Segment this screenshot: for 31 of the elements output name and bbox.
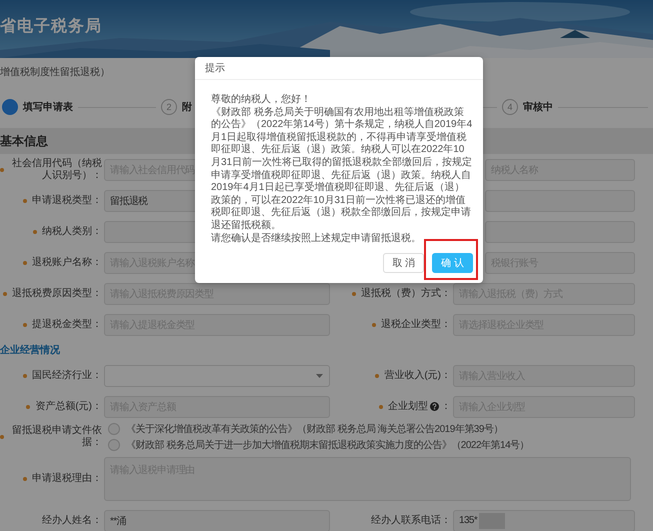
step-number: 4 — [502, 99, 518, 115]
step-number: 2 — [161, 99, 177, 115]
page-subtitle: 增值税制度性留抵退税） — [0, 66, 110, 79]
field-label: 纳税人类别： — [0, 226, 104, 238]
label-colon: ： — [441, 400, 451, 412]
field-label: 退税企业类型： — [330, 318, 453, 330]
field-label: 退抵税费原因类型： — [0, 288, 104, 300]
field-label: 企业划型 ： — [330, 400, 453, 412]
field-label: 经办人姓名： — [41, 514, 103, 526]
field-label: 退抵税（费）方式： — [330, 288, 453, 300]
field-label: 退税账户名称： — [0, 256, 104, 268]
field-label: 经办人联系电话： — [370, 514, 452, 526]
field-label: 社会信用代码（纳税人识别号）： — [0, 158, 104, 182]
field-label: 申请退税类型： — [0, 194, 104, 206]
section-title: 企业经营情况 — [0, 344, 60, 357]
radio-label: 《关于深化增值税改革有关政策的公告》（财政部 税务总局 海关总署公告2019年第39号） — [126, 422, 503, 436]
radio-label: 《财政部 税务总局关于进一步加大增值税期末留抵退税政策实施力度的公告》（2022年第14号） — [126, 438, 530, 452]
field-label: 提退税金类型： — [0, 318, 104, 330]
step-label: 审核中 — [523, 100, 553, 114]
field-label: 营业收入(元)： — [330, 370, 453, 382]
section-title: 基本信息 — [0, 132, 48, 150]
field-label: 留抵退税申请文件依据： — [0, 425, 104, 449]
dialog-title: 提示 — [205, 62, 225, 75]
field-label: 申请退税理由： — [0, 472, 104, 484]
step-label: 附 — [182, 100, 192, 114]
step-label: 填写申请表 — [23, 100, 73, 114]
site-title: 省电子税务局 — [0, 16, 102, 36]
dialog-text: 尊敬的纳税人，您好！ — [211, 94, 312, 106]
field-label: 资产总额(元)： — [0, 400, 104, 412]
field-label: 国民经济行业： — [0, 370, 104, 382]
dialog-text: 请您确认是否继续按照上述规定申请留抵退税。 — [211, 232, 422, 246]
